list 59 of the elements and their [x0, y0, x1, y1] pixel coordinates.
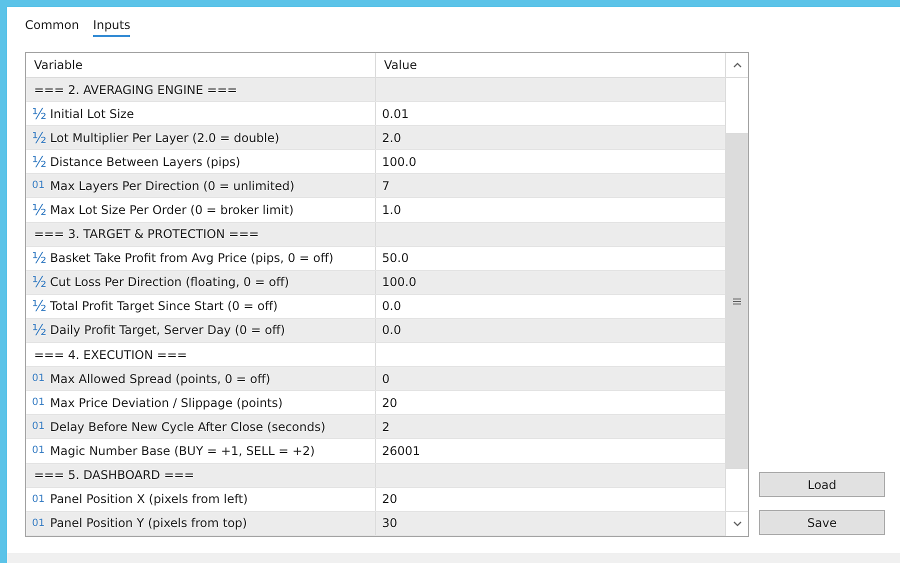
variable-name: Distance Between Layers (pips) — [50, 154, 240, 169]
type-icon: 01 — [32, 180, 45, 192]
tab[interactable]: Common — [25, 18, 80, 37]
action-button[interactable]: Load — [759, 472, 885, 497]
value-cell[interactable]: 30 — [382, 516, 398, 530]
variable-name: Magic Number Base (BUY = +1, SELL = +2) — [50, 444, 315, 458]
variable-name: Max Allowed Spread (points, 0 = off) — [50, 372, 270, 386]
type-icon: ½ — [32, 321, 45, 340]
section-heading: === 5. DASHBOARD === — [33, 468, 194, 482]
value-cell[interactable]: 100.0 — [382, 154, 416, 169]
value-cell[interactable]: 26001 — [382, 444, 420, 458]
section-heading: === 2. AVERAGING ENGINE === — [33, 82, 238, 97]
type-icon: 01 — [32, 518, 45, 529]
value-cell[interactable]: 20 — [382, 396, 398, 410]
value-cell[interactable]: 0.01 — [382, 106, 409, 121]
type-icon: 01 — [32, 421, 45, 432]
value-cell[interactable]: 20 — [382, 492, 398, 506]
variable-name: Max Layers Per Direction (0 = unlimited) — [50, 178, 294, 193]
variable-name: Initial Lot Size — [50, 106, 134, 121]
value-cell[interactable]: 0.0 — [382, 299, 402, 314]
value-cell[interactable]: 2 — [382, 420, 390, 434]
section-heading: === 3. TARGET & PROTECTION === — [33, 227, 259, 242]
type-icon: ½ — [32, 104, 45, 123]
scrollbar[interactable] — [725, 53, 748, 536]
variable-name: Panel Position Y (pixels from top) — [50, 516, 248, 530]
variable-name: Daily Profit Target, Server Day (0 = off) — [50, 323, 286, 338]
column-header[interactable]: Variable — [26, 53, 376, 77]
scroll-up-icon[interactable] — [732, 62, 742, 68]
value-cell[interactable]: 2.0 — [382, 130, 402, 145]
value-cell[interactable]: 100.0 — [382, 275, 416, 290]
type-icon: ½ — [32, 152, 45, 171]
value-cell[interactable]: 7 — [382, 178, 390, 193]
type-icon: 01 — [32, 494, 45, 505]
variable-name: Basket Take Profit from Avg Price (pips, 0 = off) — [50, 251, 334, 266]
variable-name: Delay Before New Cycle After Close (seconds) — [50, 420, 326, 434]
type-icon: 01 — [32, 373, 45, 384]
type-icon: ½ — [32, 297, 45, 316]
variable-name: Total Profit Target Since Start (0 = off) — [50, 299, 278, 314]
section-heading: === 4. EXECUTION === — [33, 348, 188, 362]
value-cell[interactable]: 50.0 — [382, 251, 409, 266]
type-icon: ½ — [32, 128, 45, 147]
type-icon: 01 — [32, 445, 45, 456]
value-cell[interactable]: 0 — [382, 372, 390, 386]
variable-name: Max Lot Size Per Order (0 = broker limit) — [50, 203, 294, 218]
value-cell[interactable]: 1.0 — [382, 203, 402, 218]
variable-name: Max Price Deviation / Slippage (points) — [50, 396, 283, 410]
value-cell[interactable]: 0.0 — [382, 323, 402, 338]
action-button[interactable]: Save — [759, 510, 885, 535]
type-icon: ½ — [32, 273, 45, 292]
variable-name: Lot Multiplier Per Layer (2.0 = double) — [50, 130, 280, 145]
type-icon: ½ — [32, 201, 45, 220]
type-icon: ½ — [32, 249, 45, 268]
column-header[interactable]: Value — [376, 53, 725, 77]
scroll-thumb[interactable] — [726, 133, 748, 469]
scroll-down-icon[interactable] — [732, 521, 742, 527]
type-icon: 01 — [32, 397, 45, 408]
tab[interactable]: Inputs — [93, 18, 130, 37]
variable-name: Panel Position X (pixels from left) — [50, 492, 248, 506]
variable-name: Cut Loss Per Direction (floating, 0 = off) — [50, 275, 290, 290]
